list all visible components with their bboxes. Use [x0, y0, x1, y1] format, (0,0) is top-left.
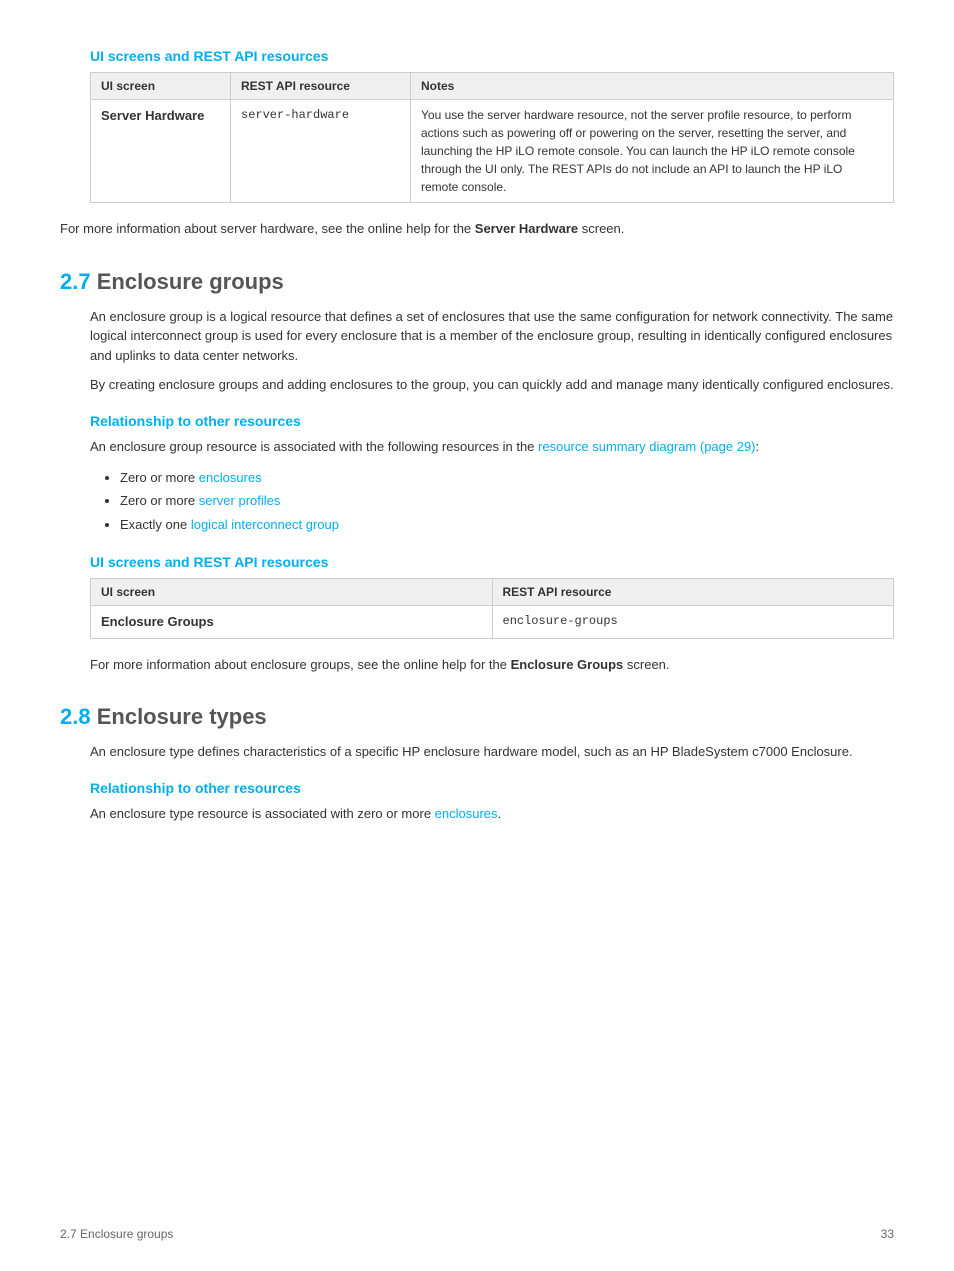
server-profiles-link[interactable]: server profiles	[199, 493, 281, 508]
footer-page-number: 33	[881, 1227, 894, 1241]
section-27: 2.7 Enclosure groups An enclosure group …	[60, 269, 894, 675]
section-27-relationship-para: An enclosure group resource is associate…	[90, 437, 894, 457]
enclosures-link-2[interactable]: enclosures	[435, 806, 498, 821]
top-ui-table-section: UI screens and REST API resources UI scr…	[60, 48, 894, 239]
section-27-heading: 2.7 Enclosure groups	[60, 269, 894, 295]
col-header-ui-screen-27: UI screen	[91, 579, 493, 606]
section-28-relationship-heading: Relationship to other resources	[90, 780, 894, 796]
section-27-bullet-list: Zero or more enclosures Zero or more ser…	[120, 466, 894, 536]
list-item: Zero or more enclosures	[120, 466, 894, 489]
cell-rest-resource: server-hardware	[231, 100, 411, 203]
table-row: Server Hardware server-hardware You use …	[91, 100, 894, 203]
enclosures-link-1[interactable]: enclosures	[199, 470, 262, 485]
col-header-rest-resource: REST API resource	[231, 73, 411, 100]
top-api-table: UI screen REST API resource Notes Server…	[90, 72, 894, 203]
table-row: Enclosure Groups enclosure-groups	[91, 606, 894, 639]
list-item: Zero or more server profiles	[120, 489, 894, 512]
section-27-intro2: By creating enclosure groups and adding …	[90, 375, 894, 395]
section-27-intro1: An enclosure group is a logical resource…	[90, 307, 894, 366]
section-28: 2.8 Enclosure types An enclosure type de…	[60, 704, 894, 823]
enclosure-groups-bold: Enclosure Groups	[511, 657, 624, 672]
cell-notes: You use the server hardware resource, no…	[411, 100, 894, 203]
col-header-rest-resource-27: REST API resource	[492, 579, 894, 606]
col-header-ui-screen: UI screen	[91, 73, 231, 100]
section-27-relationship-heading: Relationship to other resources	[90, 413, 894, 429]
footer-section-label: 2.7 Enclosure groups	[60, 1227, 173, 1241]
cell-ui-screen-27: Enclosure Groups	[91, 606, 493, 639]
section-27-ui-table-heading: UI screens and REST API resources	[90, 554, 894, 570]
section-27-footer-para: For more information about enclosure gro…	[90, 655, 894, 675]
logical-interconnect-group-link[interactable]: logical interconnect group	[191, 517, 339, 532]
section-28-intro: An enclosure type defines characteristic…	[90, 742, 894, 762]
cell-ui-screen: Server Hardware	[91, 100, 231, 203]
resource-summary-diagram-link[interactable]: resource summary diagram (page 29)	[538, 439, 755, 454]
section-27-api-table: UI screen REST API resource Enclosure Gr…	[90, 578, 894, 639]
server-hardware-bold: Server Hardware	[475, 221, 578, 236]
cell-rest-resource-27: enclosure-groups	[492, 606, 894, 639]
top-footer-paragraph: For more information about server hardwa…	[60, 219, 894, 239]
col-header-notes: Notes	[411, 73, 894, 100]
list-item: Exactly one logical interconnect group	[120, 513, 894, 536]
section-28-relationship-para: An enclosure type resource is associated…	[90, 804, 894, 824]
top-ui-table-heading: UI screens and REST API resources	[60, 48, 894, 64]
section-28-heading: 2.8 Enclosure types	[60, 704, 894, 730]
